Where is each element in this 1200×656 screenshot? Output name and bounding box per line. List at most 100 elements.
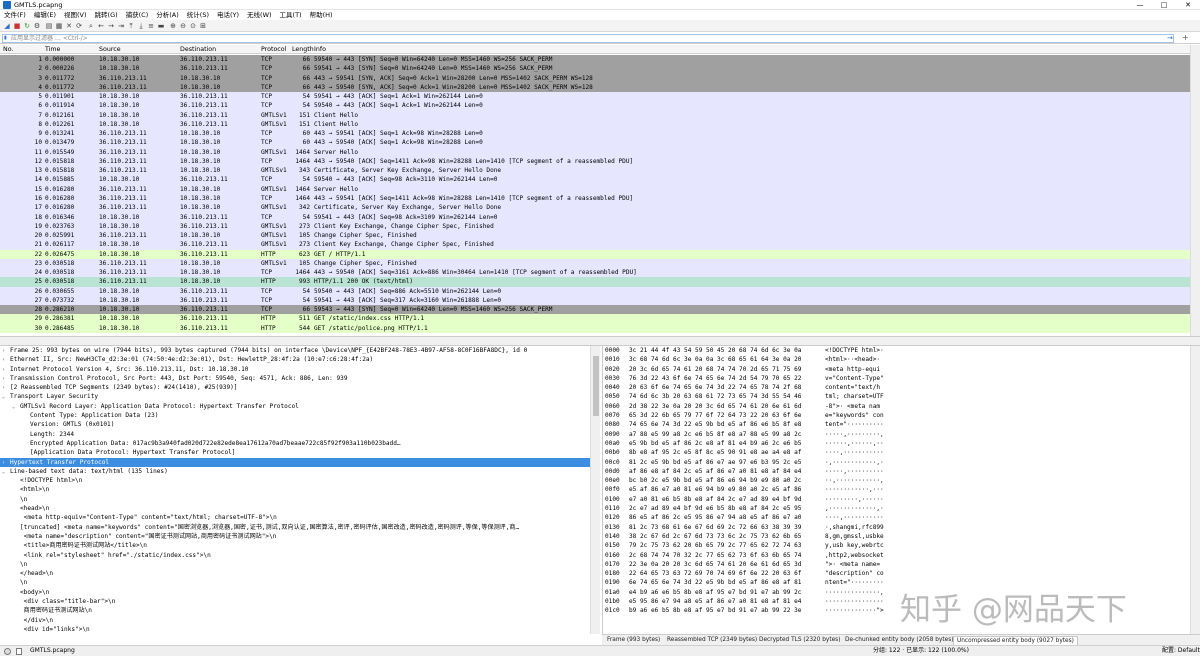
bytes-row[interactable]: 00c0 81 2c e5 9b bd e5 af 86 e7 ae 97 e6 … [603, 458, 1190, 467]
detail-tree-row[interactable]: › Internet Protocol Version 4, Src: 36.11… [0, 365, 600, 374]
open-file-icon[interactable]: ▤ [45, 22, 53, 30]
packet-row[interactable]: 30 0.286485 10.18.30.10 36.110.213.11 HTTP 54… [0, 323, 1190, 333]
packet-row[interactable]: 20 0.025991 36.110.213.11 10.18.30.10 GMTLSv… [0, 231, 1190, 241]
pane-splitter[interactable] [0, 336, 1200, 346]
column-destination[interactable]: Destination [180, 45, 216, 54]
tab-decrypted-tls[interactable]: Decrypted TLS (2320 bytes) [756, 636, 843, 645]
detail-tree-row[interactable]: \n [0, 560, 600, 569]
start-capture-icon[interactable]: ◢ [3, 22, 11, 30]
bytes-row[interactable]: 00f0 e5 af 86 e7 a0 81 e6 94 b9 e9 80 a0 … [603, 485, 1190, 494]
menu-wireless[interactable]: 无线(W) [243, 10, 276, 20]
packet-row[interactable]: 1 0.000000 10.18.30.10 36.110.213.11 TCP 66 59… [0, 55, 1190, 65]
first-packet-icon[interactable]: ⤒ [127, 22, 135, 30]
tab-uncompressed-body[interactable]: Uncompressed entity body (9027 bytes) [953, 636, 1078, 645]
bytes-row[interactable]: 0110 2c e7 ad 89 e4 bf 9d e6 b5 8b e8 af … [603, 504, 1190, 513]
packet-row[interactable]: 12 0.015818 36.110.213.11 10.18.30.10 TCP 146… [0, 156, 1190, 167]
bytes-row[interactable]: 0060 2d 38 22 3e 0a 20 20 3c 6d 65 74 61 … [603, 402, 1190, 411]
packet-row[interactable]: 23 0.030518 36.110.213.11 10.18.30.10 GMTLSv… [0, 258, 1190, 269]
bytes-row[interactable]: 00e0 bc b0 2c e5 9b bd e5 af 86 e6 94 b9 … [603, 476, 1190, 485]
packet-row[interactable]: 3 0.011772 36.110.213.11 10.18.30.10 TCP 66 44… [0, 73, 1190, 83]
bytes-row[interactable]: 0050 74 6d 6c 3b 20 63 68 61 72 73 65 74 … [603, 392, 1190, 401]
tab-frame[interactable]: Frame (993 bytes) [604, 636, 663, 645]
detail-tree-row[interactable]: <title>商用密码证书测试网站</title>\n [0, 541, 600, 550]
packet-row[interactable]: 14 0.015885 10.18.30.10 36.110.213.11 TCP 54 5… [0, 175, 1190, 185]
menu-view[interactable]: 视图(V) [60, 10, 91, 20]
detail-tree-row[interactable]: Length: 2344 [0, 430, 600, 439]
packet-row[interactable]: 26 0.030655 10.18.30.10 36.110.213.11 TCP 54 5… [0, 286, 1190, 296]
reload-icon[interactable]: ⟳ [75, 22, 83, 30]
apply-filter-button[interactable]: → [1167, 34, 1173, 42]
detail-tree-row[interactable]: Encrypted Application Data: 017ac9b3a940… [0, 439, 600, 448]
packet-row[interactable]: 5 0.011901 10.18.30.10 36.110.213.11 TCP 54 59… [0, 92, 1190, 102]
expanded-arrow-icon[interactable]: ⌄ [2, 393, 10, 402]
status-profile[interactable]: 配置: Default [1162, 646, 1200, 656]
detail-tree-row[interactable]: </div>\n [0, 616, 600, 625]
bytes-scrollbar[interactable] [1190, 346, 1200, 634]
detail-tree-row[interactable]: \n [0, 578, 600, 587]
detail-tree-row[interactable]: <div id="links">\n [0, 625, 600, 634]
bytes-row[interactable]: 0100 e7 a0 81 e6 b5 8b e8 af 84 2c e7 ad … [603, 495, 1190, 504]
stop-capture-icon[interactable]: ■ [13, 22, 21, 30]
detail-tree-row[interactable]: › Ethernet II, Src: NewH3CTe_d2:3e:01 (74… [0, 355, 600, 364]
packet-row[interactable]: 11 0.015549 36.110.213.11 10.18.30.10 GMTLSv… [0, 147, 1190, 157]
bytes-row[interactable]: 00b0 8b e8 af 95 2c e5 8f 8c e5 90 91 e8 … [603, 448, 1190, 457]
bytes-row[interactable]: 0010 3c 68 74 6d 6c 3e 0a 0a 3c 68 65 61 … [603, 355, 1190, 364]
bytes-row[interactable]: 0070 65 3d 22 6b 65 79 77 6f 72 64 73 22 … [603, 411, 1190, 420]
bytes-row[interactable]: 0090 a7 88 e5 99 a8 2c e6 b5 8f e8 a7 88 … [603, 430, 1190, 439]
detail-tree-row[interactable]: <meta name="description" content="国密证书测试… [0, 532, 600, 541]
menu-tools[interactable]: 工具(T) [276, 10, 306, 20]
expanded-arrow-icon[interactable]: ⌄ [2, 468, 10, 477]
tab-reassembled-tcp[interactable]: Reassembled TCP (2349 bytes) [664, 636, 760, 645]
menu-file[interactable]: 文件(F) [0, 10, 30, 20]
detail-tree-row[interactable]: <body>\n [0, 588, 600, 597]
last-packet-icon[interactable]: ⤓ [137, 22, 145, 30]
detail-tree-row[interactable]: Version: GMTLS (0x0101) [0, 420, 600, 429]
capture-options-icon[interactable]: ⚙ [33, 22, 41, 30]
menu-analyze[interactable]: 分析(A) [152, 10, 183, 20]
column-time[interactable]: Time [45, 45, 60, 54]
maximize-button[interactable]: □ [1152, 0, 1176, 10]
zoom-reset-icon[interactable]: ⊙ [189, 22, 197, 30]
detail-tree-row[interactable]: <div class="title-bar">\n [0, 597, 600, 606]
details-scroll-thumb[interactable] [593, 356, 599, 416]
capture-comment-icon[interactable] [16, 648, 22, 655]
bytes-row[interactable]: 0180 22 64 65 73 63 72 69 70 74 69 6f 6e … [603, 569, 1190, 578]
bytes-row[interactable]: 0080 74 65 6e 74 3d 22 e5 9b bd e5 af 86 … [603, 420, 1190, 429]
column-info[interactable]: Info [314, 45, 326, 54]
packet-row[interactable]: 25 0.030518 36.110.213.11 10.18.30.10 HTTP 99… [0, 277, 1190, 287]
packet-row[interactable]: 6 0.011914 10.18.30.10 36.110.213.11 TCP 54 59… [0, 101, 1190, 111]
packet-row[interactable]: 15 0.016280 36.110.213.11 10.18.30.10 GMTLSv… [0, 184, 1190, 194]
detail-tree-row[interactable]: ⌄ GMTLSv1 Record Layer: Application Data … [0, 402, 600, 411]
detail-tree-row[interactable]: \n [0, 495, 600, 504]
packet-row[interactable]: 21 0.026117 10.18.30.10 36.110.213.11 GMTLSv… [0, 240, 1190, 250]
bytes-row[interactable]: 0020 20 3c 6d 65 74 61 20 68 74 74 70 2d … [603, 365, 1190, 374]
menu-telephony[interactable]: 电话(Y) [213, 10, 243, 20]
detail-tree-row[interactable]: [Application Data Protocol: Hypertext Tr… [0, 448, 600, 457]
expert-info-icon[interactable] [4, 648, 11, 655]
packet-row[interactable]: 22 0.026475 10.18.30.10 36.110.213.11 HTTP 62… [0, 249, 1190, 259]
menu-go[interactable]: 跳转(G) [91, 10, 122, 20]
restart-capture-icon[interactable]: ↻ [23, 22, 31, 30]
packet-details-pane[interactable]: › Frame 25: 993 bytes on wire (7944 bits)… [0, 346, 600, 634]
bytes-row[interactable]: 0120 86 e5 af 86 2c e5 95 86 e7 94 a8 e5 … [603, 513, 1190, 522]
zoom-out-icon[interactable]: ⊖ [179, 22, 187, 30]
detail-tree-row[interactable]: › Transmission Control Protocol, Src Port… [0, 374, 600, 383]
packet-list-scrollbar[interactable] [1190, 45, 1200, 336]
go-forward-icon[interactable]: → [107, 22, 115, 30]
minimize-button[interactable]: — [1128, 0, 1152, 10]
packet-list[interactable]: 1 0.000000 10.18.30.10 36.110.213.11 TCP 66 59… [0, 55, 1190, 336]
detail-tree-row[interactable]: Content Type: Application Data (23) [0, 411, 600, 420]
bytes-row[interactable]: 0040 20 63 6f 6e 74 65 6e 74 3d 22 74 65 … [603, 383, 1190, 392]
detail-tree-row[interactable]: <meta http-equiv="Content-Type" content=… [0, 513, 600, 522]
bytes-row[interactable]: 00a0 e5 9b bd e5 af 86 2c e8 af 81 e4 b9 … [603, 439, 1190, 448]
find-packet-icon[interactable]: ⌕ [87, 22, 95, 30]
resize-columns-icon[interactable]: ⊞ [199, 22, 207, 30]
packet-row[interactable]: 29 0.286381 10.18.30.10 36.110.213.11 HTTP 51… [0, 314, 1190, 324]
bytes-row[interactable]: 0000 3c 21 44 4f 43 54 59 50 45 20 68 74 … [603, 346, 1190, 355]
detail-tree-row[interactable]: 商用密码证书测试网站\n [0, 606, 600, 615]
packet-row[interactable]: 28 0.286210 10.18.30.10 36.110.213.11 TCP 66 5… [0, 305, 1190, 315]
detail-tree-row[interactable]: ⌄ Line-based text data: text/html (135 li… [0, 467, 600, 476]
expanded-arrow-icon[interactable]: ⌄ [12, 403, 20, 412]
display-filter-input[interactable]: 应用显示过滤器 … <Ctrl-/> [2, 34, 1174, 43]
tab-dechunked-body[interactable]: De-chunked entity body (2058 bytes) [842, 636, 957, 645]
